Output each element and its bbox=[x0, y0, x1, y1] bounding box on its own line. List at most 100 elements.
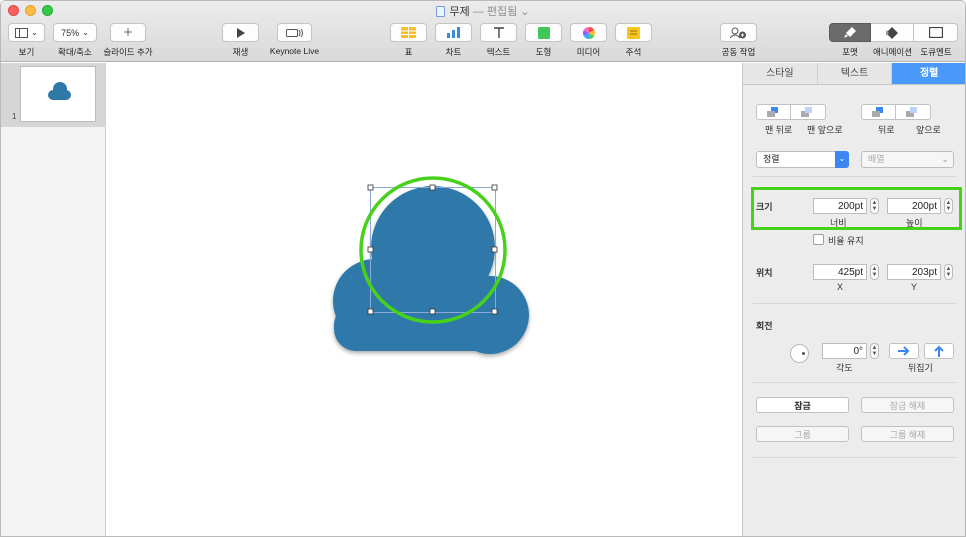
keynote-live-button[interactable] bbox=[277, 23, 312, 42]
app-window: 무제 — 편집됨 ⌄ ⌄ 보기 75% ⌄ 확대/축소 + 슬라이드 추가 재생… bbox=[0, 0, 966, 537]
send-to-back-button[interactable] bbox=[756, 104, 791, 120]
constrain-proportions-label: 비율 유지 bbox=[828, 236, 864, 246]
tab-arrange[interactable]: 정렬 bbox=[892, 63, 965, 84]
shape-control[interactable]: 도형 bbox=[525, 23, 562, 57]
chevron-down-icon: ⌄ bbox=[941, 154, 949, 164]
play-button[interactable] bbox=[222, 23, 259, 42]
paintbrush-icon bbox=[844, 27, 856, 38]
distribute-select[interactable]: 배열 ⌄ bbox=[861, 151, 954, 168]
bring-to-front-button[interactable] bbox=[791, 104, 826, 120]
document-icon bbox=[928, 27, 943, 38]
title-chevron-icon[interactable]: ⌄ bbox=[520, 6, 529, 18]
play-icon bbox=[237, 27, 245, 38]
keynote-live-control[interactable]: Keynote Live bbox=[270, 23, 319, 56]
animate-button[interactable] bbox=[871, 23, 914, 42]
bring-to-front-label: 맨 앞으로 bbox=[807, 125, 843, 135]
chevron-down-icon: ⌄ bbox=[82, 28, 89, 37]
keynote-live-icon bbox=[285, 28, 303, 37]
zoom-select[interactable]: 75% ⌄ bbox=[53, 23, 97, 42]
ungroup-button[interactable]: 그룹 해제 bbox=[861, 426, 954, 442]
chevron-down-icon: ⌄ bbox=[835, 151, 849, 168]
chevron-down-icon: ⌄ bbox=[31, 28, 38, 37]
y-field[interactable]: 203pt bbox=[887, 264, 941, 280]
rotation-dial[interactable] bbox=[790, 344, 809, 363]
animate-control[interactable]: 애니메이션 bbox=[871, 23, 914, 57]
format-button[interactable] bbox=[829, 23, 871, 42]
angle-label: 각도 bbox=[836, 363, 853, 373]
text-control[interactable]: 텍스트 bbox=[480, 23, 517, 57]
lock-button[interactable]: 잠금 bbox=[756, 397, 849, 413]
window-title: 무제 — 편집됨 ⌄ bbox=[1, 3, 965, 19]
plus-icon: + bbox=[123, 23, 133, 41]
shape-icon bbox=[537, 26, 550, 39]
table-control[interactable]: 표 bbox=[390, 23, 427, 57]
tab-text[interactable]: 텍스트 bbox=[818, 63, 893, 84]
chart-control[interactable]: 차트 bbox=[435, 23, 472, 57]
keynote-live-label: Keynote Live bbox=[269, 46, 320, 56]
flip-horizontal-button[interactable] bbox=[889, 343, 919, 359]
play-control[interactable]: 재생 bbox=[222, 23, 259, 57]
height-field[interactable]: 200pt bbox=[887, 198, 941, 214]
format-control[interactable]: 포맷 bbox=[829, 23, 871, 57]
flip-vertical-button[interactable] bbox=[924, 343, 954, 359]
tab-style[interactable]: 스타일 bbox=[743, 63, 818, 84]
add-slide-control[interactable]: + 슬라이드 추가 bbox=[103, 23, 153, 57]
zoom-value: 75% bbox=[61, 27, 80, 38]
view-button[interactable]: ⌄ bbox=[8, 23, 45, 42]
angle-field[interactable]: 0° bbox=[822, 343, 867, 359]
comment-button[interactable] bbox=[615, 23, 652, 42]
media-button[interactable] bbox=[570, 23, 607, 42]
toolbar: 무제 — 편집됨 ⌄ ⌄ 보기 75% ⌄ 확대/축소 + 슬라이드 추가 재생… bbox=[1, 1, 965, 62]
chart-button[interactable] bbox=[435, 23, 472, 42]
collaborate-control[interactable]: 공동 작업 bbox=[720, 23, 757, 57]
document-name: 무제 bbox=[449, 6, 470, 18]
constrain-proportions-checkbox[interactable] bbox=[813, 234, 824, 245]
text-button[interactable] bbox=[480, 23, 517, 42]
send-backward-button[interactable] bbox=[861, 104, 896, 120]
table-icon bbox=[401, 27, 416, 38]
document-button[interactable] bbox=[914, 23, 958, 42]
collaborate-label: 공동 작업 bbox=[721, 47, 756, 57]
align-select-value: 정렬 bbox=[763, 154, 780, 164]
table-button[interactable] bbox=[390, 23, 427, 42]
bring-forward-button[interactable] bbox=[896, 104, 931, 120]
slide-canvas[interactable] bbox=[106, 63, 742, 536]
slide-thumbnail[interactable] bbox=[20, 66, 96, 122]
comment-control[interactable]: 주석 bbox=[615, 23, 652, 57]
divider bbox=[753, 303, 957, 304]
position-label: 위치 bbox=[756, 268, 773, 278]
document-control[interactable]: 도큐멘트 bbox=[914, 23, 958, 57]
angle-stepper[interactable]: ▲ ▼ bbox=[870, 343, 879, 359]
unlock-button[interactable]: 잠금 해제 bbox=[861, 397, 954, 413]
view-control[interactable]: ⌄ 보기 bbox=[8, 23, 45, 57]
send-to-back-icon bbox=[766, 107, 778, 117]
height-label: 높이 bbox=[906, 218, 923, 228]
slide-navigator: 1 bbox=[1, 63, 106, 536]
slide-number: 1 bbox=[12, 112, 17, 121]
x-stepper[interactable]: ▲ ▼ bbox=[870, 264, 879, 280]
send-backward-icon bbox=[871, 107, 883, 117]
text-icon bbox=[493, 26, 504, 38]
shape-button[interactable] bbox=[525, 23, 562, 42]
y-label: Y bbox=[911, 282, 918, 292]
add-slide-button[interactable]: + bbox=[110, 23, 146, 42]
group-button[interactable]: 그룹 bbox=[756, 426, 849, 442]
zoom-control[interactable]: 75% ⌄ 확대/축소 bbox=[53, 23, 97, 57]
arrow-up-icon bbox=[934, 345, 944, 357]
inspector-tabs: 스타일 텍스트 정렬 bbox=[743, 63, 965, 85]
slide-thumbnail-row[interactable]: 1 bbox=[1, 63, 105, 127]
width-field[interactable]: 200pt bbox=[813, 198, 867, 214]
cloud-thumbnail-icon bbox=[48, 82, 71, 100]
document-status: 편집됨 bbox=[486, 6, 518, 18]
x-field[interactable]: 425pt bbox=[813, 264, 867, 280]
divider bbox=[753, 176, 957, 177]
comment-icon bbox=[627, 26, 640, 39]
media-control[interactable]: 미디어 bbox=[570, 23, 607, 57]
width-stepper[interactable]: ▲ ▼ bbox=[870, 198, 879, 214]
animate-icon bbox=[886, 26, 898, 39]
align-select[interactable]: 정렬 ⌄ bbox=[756, 151, 849, 168]
y-stepper[interactable]: ▲ ▼ bbox=[944, 264, 953, 280]
format-inspector: 스타일 텍스트 정렬 맨 뒤로 맨 앞으로 뒤로 앞으로 정렬 ⌄ 배열 ⌄ 크… bbox=[742, 63, 965, 536]
height-stepper[interactable]: ▲ ▼ bbox=[944, 198, 953, 214]
collaborate-button[interactable] bbox=[720, 23, 757, 42]
